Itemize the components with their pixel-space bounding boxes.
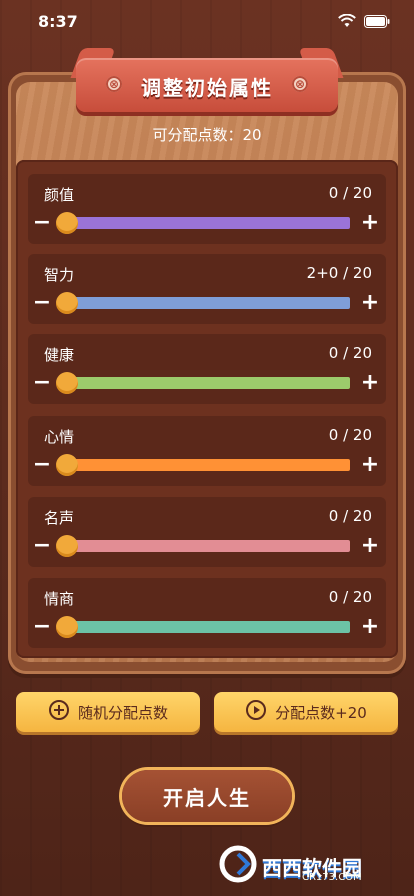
available-points: 可分配点数：20 — [152, 126, 262, 144]
decrease-button[interactable]: − — [30, 290, 54, 315]
random-allocate-label: 随机分配点数 — [77, 703, 168, 722]
attribute-name: 健康 — [44, 346, 75, 364]
attribute-row-mood: 心情 0 / 20 − + — [28, 416, 386, 486]
decrease-button[interactable]: − — [30, 210, 54, 235]
attribute-slider-track[interactable] — [64, 540, 350, 552]
slider-thumb[interactable] — [56, 292, 78, 314]
wifi-icon — [338, 14, 356, 28]
title-banner: ⊗ ⊗ 调整初始属性 — [70, 48, 344, 112]
increase-button[interactable]: + — [358, 370, 382, 395]
random-allocate-button[interactable]: 随机分配点数 — [16, 692, 200, 732]
decrease-button[interactable]: − — [30, 452, 54, 477]
attributes-panel: 颜值 0 / 20 − + 智力 2+0 / 20 − + 健康 0 / 20 … — [16, 160, 398, 658]
decrease-button[interactable]: − — [30, 370, 54, 395]
slider-thumb[interactable] — [56, 212, 78, 234]
attribute-name: 情商 — [44, 590, 75, 608]
watermark-subtext: CR173.COM — [302, 872, 362, 883]
status-icons — [338, 14, 390, 28]
increase-button[interactable]: + — [358, 452, 382, 477]
start-life-button[interactable]: 开启人生 — [122, 770, 292, 822]
slider-thumb[interactable] — [56, 454, 78, 476]
decrease-button[interactable]: − — [30, 533, 54, 558]
attribute-row-eq: 情商 0 / 20 − + — [28, 578, 386, 648]
attribute-row-health: 健康 0 / 20 − + — [28, 334, 386, 404]
slider-thumb[interactable] — [56, 535, 78, 557]
attribute-value: 2+0 / 20 — [306, 264, 372, 282]
attribute-row-appearance: 颜值 0 / 20 − + — [28, 174, 386, 244]
attribute-slider-track[interactable] — [64, 297, 350, 309]
attribute-value: 0 / 20 — [328, 184, 372, 202]
attribute-value: 0 / 20 — [328, 344, 372, 362]
watermark-logo-icon — [218, 844, 258, 888]
attribute-slider-track[interactable] — [64, 377, 350, 389]
slider-thumb[interactable] — [56, 616, 78, 638]
increase-button[interactable]: + — [358, 614, 382, 639]
attribute-value: 0 / 20 — [328, 507, 372, 525]
watermark: 西西软件园 CR173.COM — [218, 844, 398, 888]
increase-button[interactable]: + — [358, 533, 382, 558]
attribute-value: 0 / 20 — [328, 426, 372, 444]
attribute-row-fame: 名声 0 / 20 − + — [28, 497, 386, 567]
attribute-name: 名声 — [44, 509, 75, 527]
play-circle-icon — [245, 699, 267, 725]
status-time: 8:37 — [38, 12, 78, 31]
increase-button[interactable]: + — [358, 290, 382, 315]
battery-icon — [364, 14, 390, 28]
attribute-name: 心情 — [44, 428, 75, 446]
decrease-button[interactable]: − — [30, 614, 54, 639]
attribute-slider-track[interactable] — [64, 459, 350, 471]
slider-thumb[interactable] — [56, 372, 78, 394]
attribute-row-intelligence: 智力 2+0 / 20 − + — [28, 254, 386, 324]
add-points-label: 分配点数+20 — [275, 703, 367, 722]
attribute-name: 智力 — [44, 266, 75, 284]
plus-circle-icon — [48, 699, 70, 725]
status-bar: 8:37 — [0, 0, 414, 44]
page-title: 调整初始属性 — [141, 76, 273, 100]
increase-button[interactable]: + — [358, 210, 382, 235]
attribute-slider-track[interactable] — [64, 217, 350, 229]
attribute-slider-track[interactable] — [64, 621, 350, 633]
add-points-button[interactable]: 分配点数+20 — [214, 692, 398, 732]
attribute-value: 0 / 20 — [328, 588, 372, 606]
attribute-name: 颜值 — [44, 186, 75, 204]
